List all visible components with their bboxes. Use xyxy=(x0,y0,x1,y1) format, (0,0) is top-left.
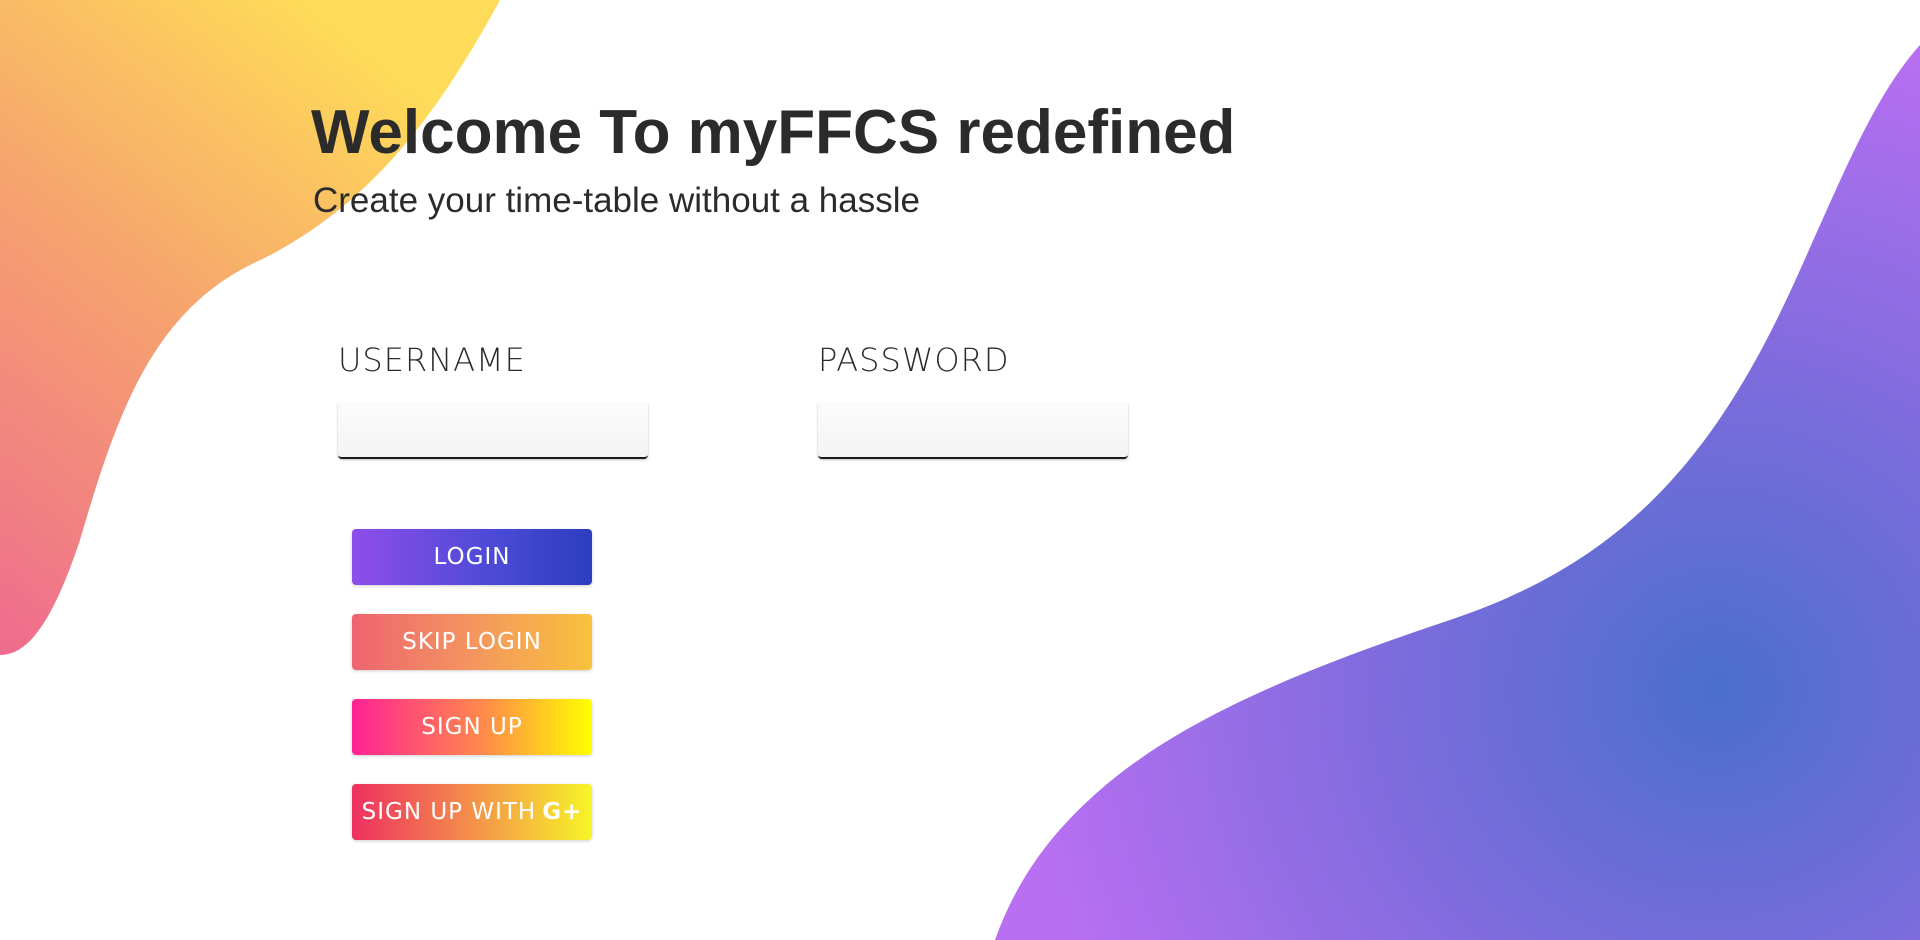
password-field-group: PASSWORD xyxy=(818,337,1128,459)
google-plus-icon: G+ xyxy=(542,799,583,825)
username-field-group: USERNAME xyxy=(338,337,648,459)
sign-up-with-google-button[interactable]: SIGN UP WITH G+ xyxy=(352,784,592,840)
header: Welcome To myFFCS redefined Create your … xyxy=(311,96,1235,222)
login-button[interactable]: LOGIN xyxy=(352,529,592,585)
username-input[interactable] xyxy=(338,403,648,459)
page-title: Welcome To myFFCS redefined xyxy=(311,98,1236,167)
sign-up-with-google-label: SIGN UP WITH xyxy=(361,799,537,825)
sign-up-button[interactable]: SIGN UP xyxy=(352,699,592,755)
page-subtitle: Create your time-table without a hassle xyxy=(313,181,920,220)
password-input[interactable] xyxy=(818,403,1128,459)
password-label: PASSWORD xyxy=(818,341,1010,379)
login-page: Welcome To myFFCS redefined Create your … xyxy=(0,0,1920,940)
action-buttons: LOGIN SKIP LOGIN SIGN UP SIGN UP WITH G+ xyxy=(352,529,592,869)
skip-login-button[interactable]: SKIP LOGIN xyxy=(352,614,592,670)
username-label: USERNAME xyxy=(338,341,526,379)
